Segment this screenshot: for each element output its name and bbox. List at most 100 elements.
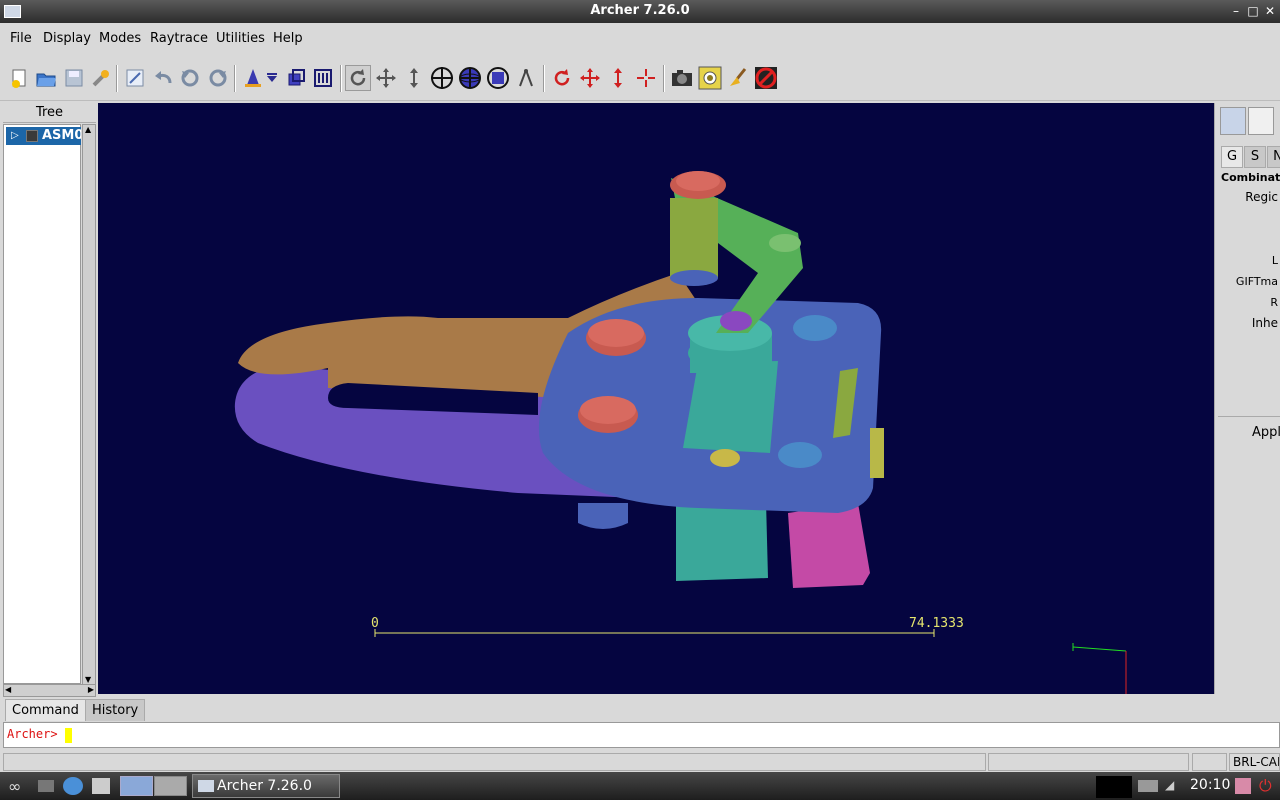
apply-button[interactable]: Appl <box>1252 425 1280 440</box>
l-label: L <box>1271 254 1278 267</box>
start-menu-icon[interactable]: ∞ <box>8 777 30 796</box>
scroll-down-icon[interactable]: ▼ <box>85 675 91 684</box>
new-database-icon[interactable] <box>6 65 32 91</box>
save-icon[interactable] <box>61 65 87 91</box>
command-line[interactable]: Archer> <box>3 722 1280 748</box>
expand-arrow-icon[interactable]: ▷ <box>11 127 19 145</box>
network-icon[interactable] <box>1138 780 1158 792</box>
view-axes <box>1072 643 1127 694</box>
minimize-icon[interactable]: – <box>1227 2 1245 20</box>
command-tabs: Command History <box>0 697 1280 722</box>
show-desktop-icon[interactable] <box>38 780 54 792</box>
toolbar <box>0 55 1280 101</box>
scroll-left-icon[interactable]: ◀ <box>5 685 11 694</box>
browser-icon[interactable] <box>63 777 83 795</box>
window-titlebar: Archer 7.26.0 – □ ✕ <box>0 0 1280 23</box>
command-prompt: Archer> <box>7 727 58 741</box>
toolbar-separator <box>234 65 236 92</box>
edit-attributes-icon[interactable] <box>1220 107 1246 135</box>
menu-modes[interactable]: Modes <box>99 31 141 46</box>
workspace-1[interactable] <box>120 776 153 796</box>
tree-panel: Tree ▷ ASM0 ▲ ▼ ◀ ▶ <box>3 103 96 697</box>
toolbar-separator <box>543 65 545 92</box>
model-render <box>234 171 1127 694</box>
rotate-view-icon[interactable] <box>345 65 371 91</box>
tree-item-label: ASM0 <box>42 128 81 143</box>
menu-file[interactable]: File <box>10 31 32 46</box>
scale-object-icon[interactable] <box>605 65 631 91</box>
stop-raytrace-icon[interactable] <box>753 65 779 91</box>
assembly-icon <box>26 130 38 142</box>
menu-display[interactable]: Display <box>43 31 91 46</box>
yellow-screw <box>710 449 740 467</box>
inherit-label: Inhe <box>1251 316 1278 330</box>
base-block <box>788 503 870 588</box>
framebuffer-icon[interactable] <box>697 65 723 91</box>
scale-end-label: 74.1333 <box>909 616 964 631</box>
status-coords <box>988 753 1189 771</box>
text-cursor <box>65 728 72 743</box>
center-view-icon[interactable] <box>429 65 455 91</box>
region-label: Regic <box>1245 190 1278 204</box>
redo-icon[interactable] <box>205 65 231 91</box>
combination-icon[interactable] <box>310 65 336 91</box>
cube-view-icon[interactable] <box>485 65 511 91</box>
scroll-right-icon[interactable]: ▶ <box>88 685 94 694</box>
graphics-viewport[interactable]: 0 74.1333 <box>98 103 1214 694</box>
rotate-object-icon[interactable] <box>549 65 575 91</box>
revert-icon[interactable] <box>177 65 203 91</box>
clear-broom-icon[interactable] <box>725 65 751 91</box>
open-folder-icon[interactable] <box>33 65 59 91</box>
signal-icon[interactable]: ◢ <box>1165 778 1181 794</box>
attribute-panel: G S N Combinatio Regic L GIFTma R Inhe A… <box>1214 103 1280 694</box>
undo-icon[interactable] <box>150 65 176 91</box>
toolbar-separator <box>116 65 118 92</box>
translate-object-icon[interactable] <box>577 65 603 91</box>
status-brlcad: BRL-CAD <box>1229 753 1280 771</box>
tree-list[interactable]: ▷ ASM0 <box>3 124 81 684</box>
tree-header: Tree <box>3 103 96 123</box>
scale-start-label: 0 <box>371 616 379 631</box>
edit-icon[interactable] <box>122 65 148 91</box>
window-title: Archer 7.26.0 <box>590 3 690 18</box>
menu-help[interactable]: Help <box>273 31 303 46</box>
raytrace-camera-icon[interactable] <box>669 65 695 91</box>
blue-screw <box>778 442 822 468</box>
preferences-wrench-icon[interactable] <box>88 65 114 91</box>
workspace-2[interactable] <box>154 776 187 796</box>
power-icon[interactable]: ⏻ <box>1259 776 1272 796</box>
taskbar: ∞ Archer 7.26.0 ◢ 20:10 ⏻ <box>0 772 1280 800</box>
tree-horizontal-scrollbar[interactable]: ◀ ▶ <box>3 684 96 697</box>
scale-view-icon[interactable] <box>401 65 427 91</box>
menu-utilities[interactable]: Utilities <box>216 31 265 46</box>
tab-history[interactable]: History <box>85 699 146 721</box>
status-mode <box>1192 753 1227 771</box>
maximize-icon[interactable]: □ <box>1244 2 1262 20</box>
teal-block <box>676 501 768 581</box>
taskbar-window-archer[interactable]: Archer 7.26.0 <box>192 774 340 798</box>
measure-icon[interactable] <box>513 65 539 91</box>
close-icon[interactable]: ✕ <box>1261 2 1279 20</box>
tab-command[interactable]: Command <box>5 699 86 721</box>
clock: 20:10 <box>1190 777 1231 793</box>
dropdown-arrow-icon[interactable] <box>262 65 282 91</box>
olive-cylinder <box>670 198 718 278</box>
tab-n[interactable]: N <box>1267 146 1280 168</box>
center-object-icon[interactable] <box>633 65 659 91</box>
screen-lock-icon[interactable] <box>1235 778 1251 794</box>
tree-item[interactable]: ▷ ASM0 <box>6 127 81 145</box>
text-view-icon[interactable] <box>1248 107 1274 135</box>
tab-s[interactable]: S <box>1244 146 1266 168</box>
cpu-monitor <box>1096 776 1132 798</box>
file-manager-icon[interactable] <box>92 778 110 794</box>
primitive-icon[interactable] <box>283 65 309 91</box>
tab-g[interactable]: G <box>1221 146 1243 168</box>
giftmater-label: GIFTma <box>1235 275 1278 288</box>
scroll-up-icon[interactable]: ▲ <box>85 125 91 134</box>
translate-view-icon[interactable] <box>373 65 399 91</box>
menu-raytrace[interactable]: Raytrace <box>150 31 208 46</box>
tree-vertical-scrollbar[interactable]: ▲ ▼ <box>82 124 96 685</box>
toolbar-separator <box>663 65 665 92</box>
sphere-view-icon[interactable] <box>457 65 483 91</box>
combination-label: Combinatio <box>1221 171 1280 184</box>
